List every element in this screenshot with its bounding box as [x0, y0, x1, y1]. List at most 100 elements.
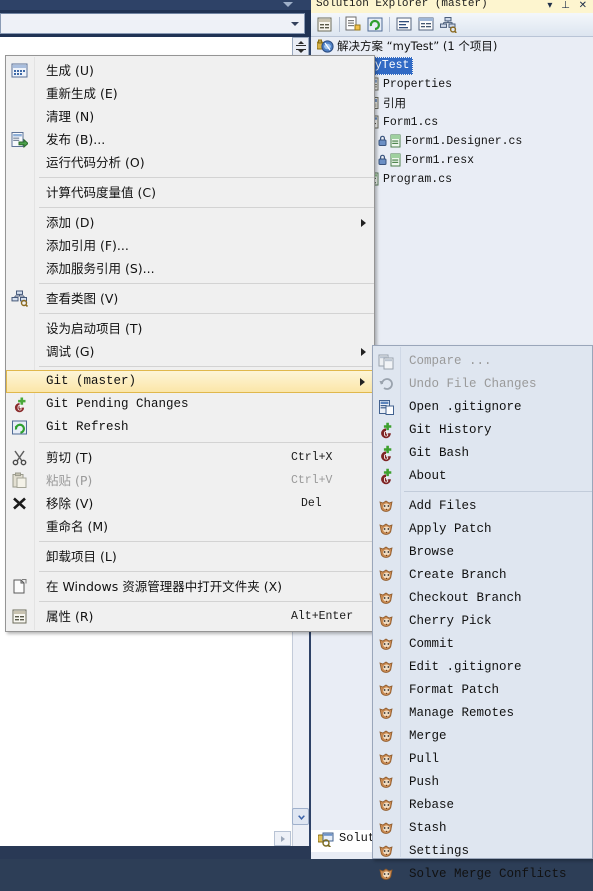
git-menu-item-cherry-pick[interactable]: Cherry Pick: [373, 610, 592, 633]
git-extensions-icon: G: [378, 468, 395, 485]
git-menu-item-commit[interactable]: Commit: [373, 633, 592, 656]
menu-item-label: 移除 (V): [46, 496, 94, 511]
git-extensions-icon: G: [378, 445, 395, 462]
view-class-diagram-icon[interactable]: [439, 16, 457, 34]
menu-item-calculate-code-metrics[interactable]: 计算代码度量值 (C): [6, 181, 374, 204]
resx-file-icon: [389, 153, 404, 168]
git-fox-icon: [378, 613, 395, 630]
git-fox-icon: [378, 498, 395, 515]
svg-text:G: G: [383, 429, 388, 439]
properties-window-icon[interactable]: [316, 16, 334, 33]
git-menu-item-git-history[interactable]: G Git History: [373, 419, 592, 442]
git-fox-icon: [378, 728, 395, 745]
view-code-icon[interactable]: [395, 16, 413, 33]
menu-item-properties[interactable]: 属性 (R) Alt+Enter: [6, 605, 374, 628]
git-menu-item-settings[interactable]: Settings: [373, 840, 592, 863]
compare-icon: [378, 353, 395, 370]
solution-explorer-titlebar: Solution Explorer (master) ▾ ⊥ ✕: [311, 0, 593, 14]
git-menu-item-label: Solve Merge Conflicts: [409, 867, 567, 881]
menu-item-publish[interactable]: 发布 (B)...: [6, 128, 374, 151]
menu-item-open-folder-in-explorer[interactable]: 在 Windows 资源管理器中打开文件夹 (X): [6, 575, 374, 598]
git-menu-item-pull[interactable]: Pull: [373, 748, 592, 771]
git-menu-item-solve-merge-conflicts[interactable]: Solve Merge Conflicts: [373, 863, 592, 886]
git-menu-item-browse[interactable]: Browse: [373, 541, 592, 564]
menu-item-label: 运行代码分析 (O): [46, 155, 145, 170]
tree-label: Form1.resx: [405, 154, 475, 167]
publish-icon: [11, 131, 29, 149]
menu-item-build[interactable]: 生成 (U): [6, 59, 374, 82]
remove-icon: [11, 495, 28, 512]
git-menu-item-git-bash[interactable]: G Git Bash: [373, 442, 592, 465]
tree-node-solution[interactable]: 解决方案 “myTest” (1 个项目): [311, 37, 593, 56]
menu-item-add[interactable]: 添加 (D): [6, 211, 374, 234]
menu-separator: [39, 442, 374, 443]
git-menu-item-label: Apply Patch: [409, 522, 492, 536]
solution-explorer-title-buttons[interactable]: ▾ ⊥ ✕: [547, 0, 590, 11]
menu-item-label: 卸载项目 (L): [46, 549, 117, 564]
view-designer-icon[interactable]: [417, 16, 435, 33]
git-menu-item-label: Rebase: [409, 798, 455, 812]
scroll-down-button[interactable]: [292, 808, 309, 825]
git-fox-icon: [378, 682, 395, 699]
git-menu-item-about[interactable]: G About: [373, 465, 592, 488]
git-fox-icon: [378, 820, 395, 837]
menu-item-remove[interactable]: 移除 (V) Del: [6, 492, 374, 515]
git-menu-item-merge[interactable]: Merge: [373, 725, 592, 748]
menu-item-set-as-startup-project[interactable]: 设为启动项目 (T): [6, 317, 374, 340]
menu-separator: [39, 313, 374, 314]
menu-item-git-pending-changes[interactable]: G Git Pending Changes: [6, 393, 374, 416]
menu-item-rename[interactable]: 重命名 (M): [6, 515, 374, 538]
git-submenu[interactable]: Compare ... Undo File Changes Open .giti…: [372, 345, 593, 881]
git-menu-item-undo-file-changes[interactable]: Undo File Changes: [373, 373, 592, 396]
git-menu-item-edit-gitignore[interactable]: Edit .gitignore: [373, 656, 592, 679]
git-menu-item-create-branch[interactable]: Create Branch: [373, 564, 592, 587]
git-menu-item-apply-patch[interactable]: Apply Patch: [373, 518, 592, 541]
git-menu-item-checkout-branch[interactable]: Checkout Branch: [373, 587, 592, 610]
git-menu-item-label: Pull: [409, 752, 440, 766]
git-menu-item-push[interactable]: Push: [373, 771, 592, 794]
git-menu-item-manage-remotes[interactable]: Manage Remotes: [373, 702, 592, 725]
git-menu-item-rebase[interactable]: Rebase: [373, 794, 592, 817]
show-all-files-icon[interactable]: [344, 16, 362, 33]
menu-item-label: 在 Windows 资源管理器中打开文件夹 (X): [46, 579, 283, 594]
menu-item-shortcut: Ctrl+X: [291, 451, 333, 464]
menu-item-paste[interactable]: 粘贴 (P) Ctrl+V: [6, 469, 374, 492]
menu-item-view-class-diagram[interactable]: 查看类图 (V): [6, 287, 374, 310]
git-fox-icon: [378, 797, 395, 814]
git-menu-item-label: Cherry Pick: [409, 614, 492, 628]
git-fox-icon: [378, 636, 395, 653]
vs-shell: Solution Explorer (master) ▾ ⊥ ✕ 解决方案 “m…: [0, 0, 593, 881]
refresh-icon[interactable]: [366, 16, 384, 33]
git-menu-item-open-gitignore[interactable]: Open .gitignore: [373, 396, 592, 419]
tree-label: 解决方案 “myTest” (1 个项目): [337, 39, 498, 53]
menu-item-label: 添加服务引用 (S)...: [46, 261, 155, 276]
git-menu-item-format-patch[interactable]: Format Patch: [373, 679, 592, 702]
git-menu-item-compare[interactable]: Compare ...: [373, 350, 592, 373]
menu-item-run-code-analysis[interactable]: 运行代码分析 (O): [6, 151, 374, 174]
git-fox-icon: [378, 544, 395, 561]
member-combo[interactable]: [0, 13, 305, 34]
git-menu-item-label: Merge: [409, 729, 447, 743]
menu-separator: [39, 283, 374, 284]
menu-item-cut[interactable]: 剪切 (T) Ctrl+X: [6, 446, 374, 469]
menu-item-add-service-reference[interactable]: 添加服务引用 (S)...: [6, 257, 374, 280]
submenu-arrow-icon: [361, 219, 366, 227]
git-menu-item-add-files[interactable]: Add Files: [373, 495, 592, 518]
menu-item-git-refresh[interactable]: Git Refresh: [6, 416, 374, 439]
menu-item-rebuild[interactable]: 重新生成 (E): [6, 82, 374, 105]
menu-item-debug[interactable]: 调试 (G): [6, 340, 374, 363]
menu-item-clean[interactable]: 清理 (N): [6, 105, 374, 128]
menu-item-label: 添加 (D): [46, 215, 95, 230]
editor-split-button[interactable]: [292, 37, 309, 56]
menu-item-git[interactable]: Git (master): [6, 370, 374, 393]
git-menu-item-stash[interactable]: Stash: [373, 817, 592, 840]
svg-text:G: G: [383, 475, 388, 485]
menu-item-shortcut: Alt+Enter: [291, 610, 354, 623]
toolbar-separator: [339, 17, 340, 32]
open-folder-icon: [11, 578, 28, 595]
menu-item-add-reference[interactable]: 添加引用 (F)...: [6, 234, 374, 257]
project-context-menu[interactable]: 生成 (U) 重新生成 (E) 清理 (N) 发布 (B)... 运行代码分析 …: [5, 55, 375, 632]
pane-dropdown-icon[interactable]: [283, 2, 293, 7]
horizontal-scroll-left-button[interactable]: [274, 831, 291, 846]
menu-item-unload-project[interactable]: 卸载项目 (L): [6, 545, 374, 568]
